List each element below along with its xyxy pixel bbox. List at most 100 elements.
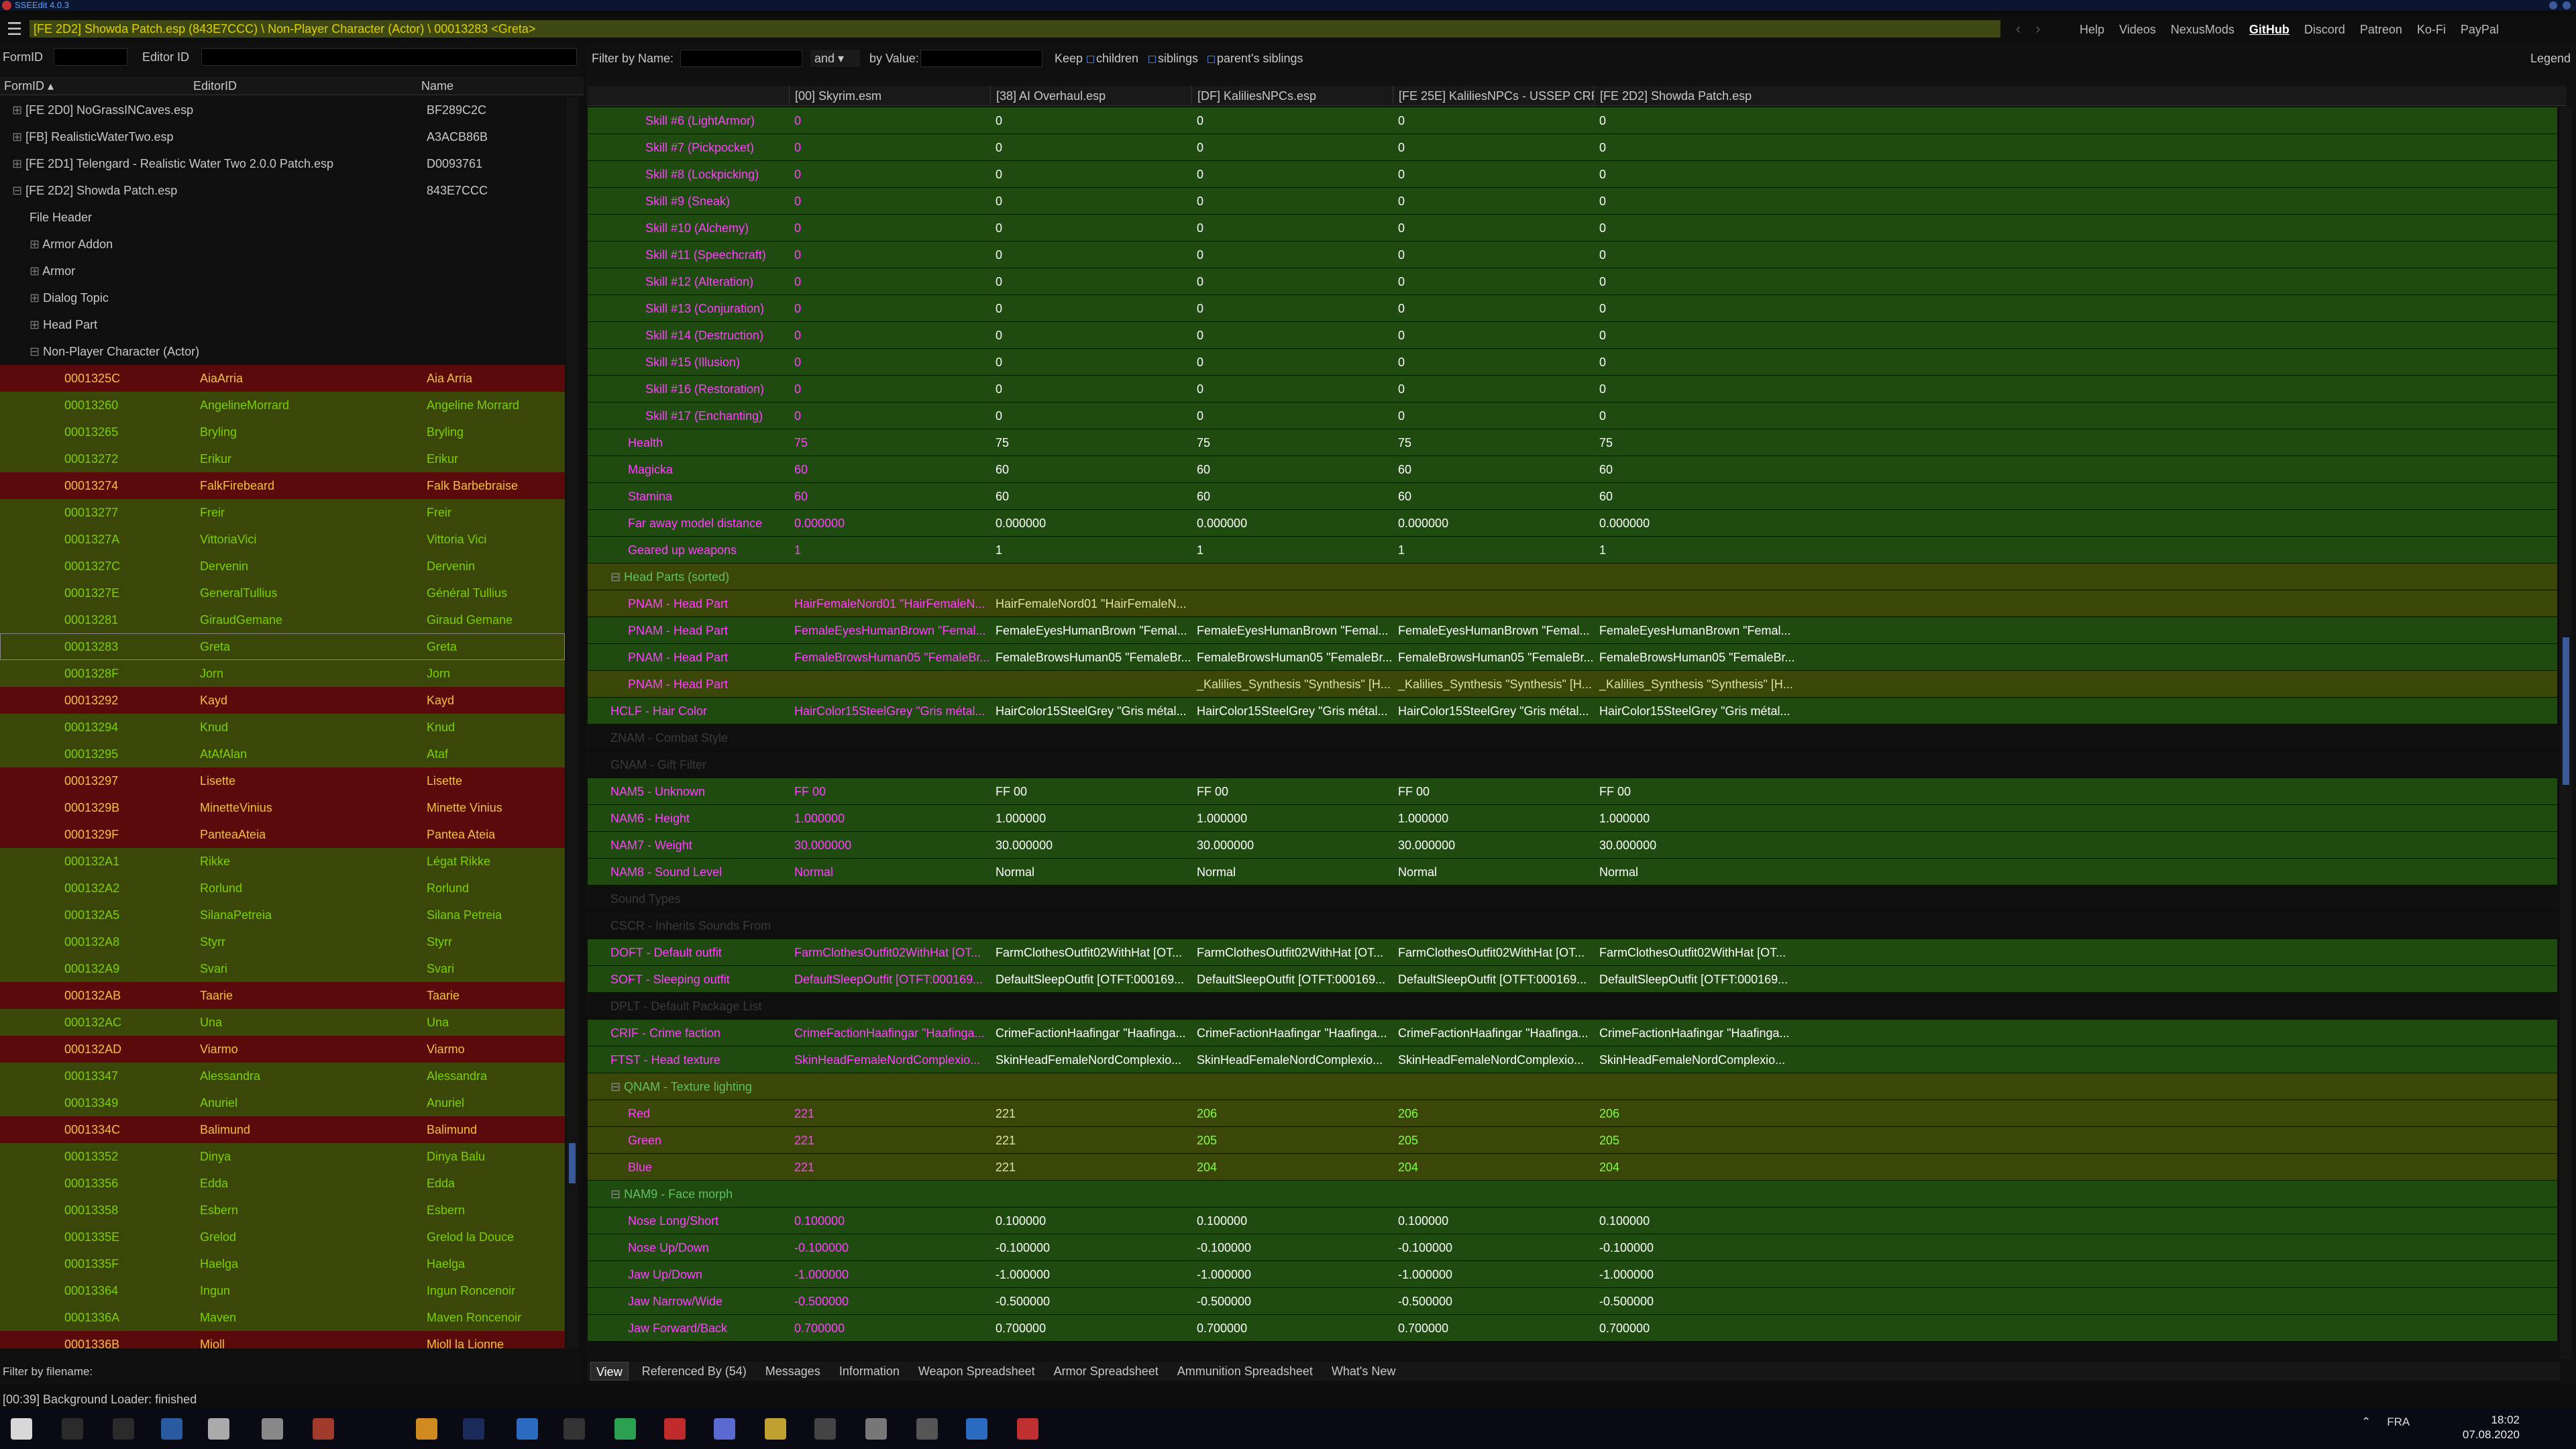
npc-row[interactable]: 00013292 Kayd Kayd xyxy=(0,687,565,714)
tab-messages[interactable]: Messages xyxy=(760,1362,826,1381)
expander-icon[interactable]: ⊟ xyxy=(12,184,25,197)
grid-cell[interactable]: 60 xyxy=(990,456,1190,483)
grid-cell[interactable]: 0.000000 xyxy=(1191,510,1391,537)
grid-cell[interactable]: 0 xyxy=(1594,349,1794,376)
npc-row[interactable]: 0001325C AiaArria Aia Arria xyxy=(0,365,565,392)
grid-cell[interactable]: 0 xyxy=(1191,215,1391,241)
close-icon[interactable] xyxy=(2563,1,2571,9)
grid-cell[interactable]: 1 xyxy=(1594,537,1794,564)
keep-children-checkbox[interactable]: children xyxy=(1087,48,1138,68)
grid-cell[interactable]: FarmClothesOutfit02WithHat [OT... xyxy=(1594,939,1794,966)
grid-cell[interactable]: 0 xyxy=(1393,295,1593,322)
tab-information[interactable]: Information xyxy=(834,1362,905,1381)
clock[interactable]: 18:02 07.08.2020 xyxy=(2455,1413,2520,1442)
grid-cell[interactable]: 0.000000 xyxy=(1393,510,1593,537)
grid-cell[interactable]: 0 xyxy=(990,161,1190,188)
grid-cell[interactable]: 1.000000 xyxy=(789,805,989,832)
npc-row[interactable]: 0001335E Grelod Grelod la Douce xyxy=(0,1224,565,1250)
grid-cell[interactable]: -1.000000 xyxy=(1191,1261,1391,1288)
legend-button[interactable]: Legend xyxy=(2530,48,2571,68)
grid-row[interactable]: NAM5 - Unknown FF 00 FF 00 FF 00 FF 00 FF 00 xyxy=(588,778,2557,805)
grid-cell[interactable]: 0 xyxy=(789,349,989,376)
toplink-nexusmods[interactable]: NexusMods xyxy=(2171,23,2235,38)
grid-cell[interactable]: _Kalilies_Synthesis "Synthesis" [H... xyxy=(1594,671,1794,698)
toplink-videos[interactable]: Videos xyxy=(2119,23,2156,38)
mail-icon[interactable] xyxy=(517,1418,538,1440)
app-icon[interactable] xyxy=(416,1418,437,1440)
expander-icon[interactable]: ⊞ xyxy=(30,318,43,331)
grid-cell[interactable]: FemaleEyesHumanBrown "Femal... xyxy=(789,617,989,644)
grid-cell[interactable]: 1 xyxy=(990,537,1190,564)
grid-cell[interactable]: 0 xyxy=(990,134,1190,161)
tree-group-row[interactable]: ⊞ Armor xyxy=(0,258,565,284)
grid-cell[interactable]: 0.100000 xyxy=(1594,1208,1794,1234)
tree-group-row[interactable]: File Header xyxy=(0,204,565,231)
grid-cell[interactable]: -1.000000 xyxy=(1594,1261,1794,1288)
expander-icon[interactable]: ⊞ xyxy=(12,157,25,170)
npc-row[interactable]: 00013347 Alessandra Alessandra xyxy=(0,1063,565,1089)
grid-cell[interactable]: -0.100000 xyxy=(990,1234,1190,1261)
grid-cell[interactable]: 30.000000 xyxy=(1393,832,1593,859)
scroll-thumb[interactable] xyxy=(569,1143,576,1183)
grid-cell[interactable]: 60 xyxy=(1594,483,1794,510)
grid-cell[interactable]: FF 00 xyxy=(1393,778,1593,805)
grid-cell[interactable]: FemaleBrowsHuman05 "FemaleBr... xyxy=(1594,644,1794,671)
col-plugin-1[interactable]: [38] AI Overhaul.esp xyxy=(990,86,1191,106)
toplink-paypal[interactable]: PayPal xyxy=(2461,23,2499,38)
folder-icon[interactable] xyxy=(765,1418,786,1440)
grid-cell[interactable]: FarmClothesOutfit02WithHat [OT... xyxy=(789,939,989,966)
npc-row[interactable]: 00013352 Dinya Dinya Balu xyxy=(0,1143,565,1170)
grid-cell[interactable]: FemaleBrowsHuman05 "FemaleBr... xyxy=(1393,644,1593,671)
npc-row[interactable]: 000132A9 Svari Svari xyxy=(0,955,565,982)
grid-cell[interactable]: 60 xyxy=(990,483,1190,510)
grid-row[interactable]: Skill #6 (LightArmor) 0 0 0 0 0 xyxy=(588,107,2557,134)
grid-row[interactable]: Jaw Narrow/Wide -0.500000 -0.500000 -0.5000… xyxy=(588,1288,2557,1315)
grid-row[interactable]: ⊟ QNAM - Texture lighting xyxy=(588,1073,2557,1100)
grid-cell[interactable]: 1.000000 xyxy=(1594,805,1794,832)
npc-row[interactable]: 00013274 FalkFirebeard Falk Barbebraise xyxy=(0,472,565,499)
grid-row[interactable]: SOFT - Sleeping outfit DefaultSleepOutfit… xyxy=(588,966,2557,993)
grid-cell[interactable]: 0 xyxy=(1393,134,1593,161)
grid-row[interactable]: HCLF - Hair Color HairColor15SteelGrey "G… xyxy=(588,698,2557,724)
tab-weapon-spreadsheet[interactable]: Weapon Spreadsheet xyxy=(913,1362,1040,1381)
grid-row[interactable]: Skill #11 (Speechcraft) 0 0 0 0 0 xyxy=(588,241,2557,268)
col-name[interactable]: Name xyxy=(417,76,578,95)
grid-cell[interactable]: 0 xyxy=(1191,402,1391,429)
grid-row[interactable]: Nose Long/Short 0.100000 0.100000 0.100000 0… xyxy=(588,1208,2557,1234)
expander-icon[interactable]: ⊟ xyxy=(30,345,43,358)
grid-cell[interactable]: 0.700000 xyxy=(990,1315,1190,1342)
grid-row[interactable]: NAM8 - Sound Level Normal Normal Normal Norm… xyxy=(588,859,2557,885)
left-scrollbar[interactable] xyxy=(566,97,578,1348)
npc-row[interactable]: 00013265 Bryling Bryling xyxy=(0,419,565,445)
grid-cell[interactable]: 60 xyxy=(1393,483,1593,510)
grid-row[interactable]: PNAM - Head Part FemaleBrowsHuman05 "Fema… xyxy=(588,644,2557,671)
col-plugin-2[interactable]: [DF] KaliliesNPCs.esp xyxy=(1191,86,1393,106)
grid-cell[interactable]: FarmClothesOutfit02WithHat [OT... xyxy=(990,939,1190,966)
grid-cell[interactable]: CrimeFactionHaafingar "Haafinga... xyxy=(1393,1020,1593,1046)
grid-cell[interactable]: FemaleEyesHumanBrown "Femal... xyxy=(1393,617,1593,644)
grid-cell[interactable]: CrimeFactionHaafingar "Haafinga... xyxy=(789,1020,989,1046)
grid-cell[interactable]: CrimeFactionHaafingar "Haafinga... xyxy=(990,1020,1190,1046)
grid-cell[interactable]: DefaultSleepOutfit [OTFT:000169... xyxy=(1393,966,1593,993)
tab-armor-spreadsheet[interactable]: Armor Spreadsheet xyxy=(1049,1362,1164,1381)
expander-icon[interactable]: ⊞ xyxy=(30,264,42,278)
grid-cell[interactable]: SkinHeadFemaleNordComplexio... xyxy=(990,1046,1190,1073)
grid-cell[interactable]: 0 xyxy=(1191,241,1391,268)
tree-group-row[interactable]: ⊞ Dialog Topic xyxy=(0,284,565,311)
npc-row[interactable]: 0001328F Jorn Jorn xyxy=(0,660,565,687)
npc-row[interactable]: 00013283 Greta Greta xyxy=(0,633,565,660)
xedit-icon[interactable] xyxy=(1017,1418,1038,1440)
grid-cell[interactable]: 0 xyxy=(789,134,989,161)
grid-cell[interactable]: 0 xyxy=(1393,107,1593,134)
filter-name-input[interactable] xyxy=(680,50,802,67)
grid-cell[interactable]: 60 xyxy=(1191,456,1391,483)
expander-icon[interactable]: ⊟ xyxy=(610,1187,624,1201)
col-plugin-4[interactable]: [FE 2D2] Showda Patch.esp xyxy=(1594,86,1795,106)
npc-row[interactable]: 0001329F PanteaAteia Pantea Ateia xyxy=(0,821,565,848)
grid-cell[interactable]: 0 xyxy=(990,107,1190,134)
grid-cell[interactable]: 0 xyxy=(1191,322,1391,349)
grid-cell[interactable]: FF 00 xyxy=(789,778,989,805)
tab-referenced-by-54[interactable]: Referenced By (54) xyxy=(637,1362,752,1381)
grid-cell[interactable]: Normal xyxy=(1594,859,1794,885)
expander-icon[interactable]: ⊞ xyxy=(30,237,42,251)
